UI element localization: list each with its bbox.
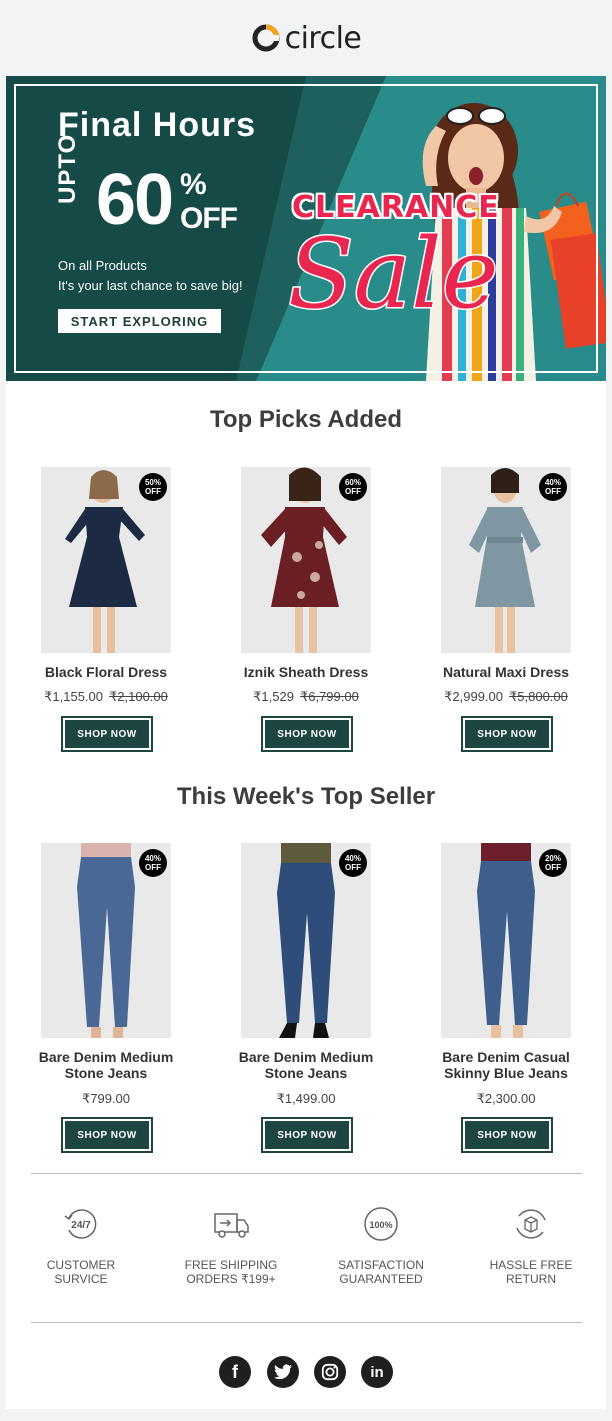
brand-logo[interactable]: circle [251, 21, 362, 56]
product-name[interactable]: Black Floral Dress [16, 664, 196, 680]
product-image[interactable]: 60% OFF [241, 467, 371, 653]
product-image[interactable]: 40% OFF [41, 843, 171, 1038]
product-price: ₹2,300.00 [476, 1091, 536, 1106]
discount-badge: 60% OFF [339, 473, 367, 501]
sale-text: Sale [287, 218, 501, 330]
satisfaction-icon: 100% [364, 1207, 398, 1241]
twitter-icon[interactable] [267, 1356, 299, 1388]
old-price: ₹2,100.00 [109, 689, 168, 704]
product-card: 20% OFF Bare Denim Casual Skinny Blue Jean… [416, 843, 596, 1163]
email-page: circle Final Hours UPTO 60 % OFF On all … [0, 0, 612, 1421]
shop-now-button[interactable]: SHOP NOW [61, 1117, 153, 1153]
product-card: 60% OFF Iznik Sheath Dress ₹1,529 ₹6,799.0… [216, 467, 396, 757]
discount-badge: 50% OFF [139, 473, 167, 501]
hero-off: OFF [180, 202, 238, 235]
hero-banner[interactable]: Final Hours UPTO 60 % OFF On all Product… [6, 76, 606, 381]
hero-title: Final Hours [58, 106, 257, 144]
product-image[interactable]: 40% OFF [241, 843, 371, 1038]
brand-name: circle [284, 20, 362, 56]
feature-label: FREE SHIPPING ORDERS ₹199+ [184, 1258, 278, 1286]
product-name[interactable]: Iznik Sheath Dress [216, 664, 396, 680]
divider [31, 1173, 582, 1174]
truck-icon [214, 1213, 249, 1238]
instagram-icon[interactable] [314, 1356, 346, 1388]
old-price: ₹5,800.00 [509, 689, 568, 704]
product-price: ₹2,999.00 ₹5,800.00 [444, 689, 568, 704]
hero-percent: % [180, 168, 207, 201]
product-name[interactable]: Natural Maxi Dress [416, 664, 596, 680]
shop-now-button[interactable]: SHOP NOW [461, 716, 553, 752]
hero-subtext: On all Products It's your last chance to… [58, 256, 243, 296]
product-name[interactable]: Bare Denim Casual Skinny Blue Jeans [416, 1049, 596, 1081]
email-header: circle [0, 0, 612, 76]
product-card: 40% OFF Bare Denim Medium Stone Jeans ₹1,4… [216, 843, 396, 1163]
shop-now-button[interactable]: SHOP NOW [261, 1117, 353, 1153]
start-exploring-button[interactable]: START EXPLORING [58, 309, 221, 333]
product-price: ₹1,155.00 ₹2,100.00 [44, 689, 168, 704]
product-price: ₹799.00 [81, 1091, 131, 1106]
product-price: ₹1,529 ₹6,799.00 [253, 689, 359, 704]
return-box-icon [516, 1209, 546, 1239]
feature-label: CUSTOMER SURVICE [46, 1258, 116, 1286]
24-7-icon: 24/7 [64, 1209, 97, 1239]
product-card: 40% OFF Bare Denim Medium Stone Jeans ₹799… [16, 843, 196, 1163]
old-price: ₹6,799.00 [299, 689, 359, 704]
hero-subtext-line1: On all Products [58, 258, 147, 273]
facebook-icon[interactable]: f [219, 1356, 251, 1388]
product-price: ₹1,499.00 [276, 1091, 336, 1106]
shop-now-button[interactable]: SHOP NOW [61, 716, 153, 752]
product-image[interactable]: 40% OFF [441, 467, 571, 653]
hero-subtext-line2: It's your last chance to save big! [58, 278, 243, 293]
linkedin-icon[interactable]: in [361, 1356, 393, 1388]
shop-now-button[interactable]: SHOP NOW [461, 1117, 553, 1153]
shop-now-button[interactable]: SHOP NOW [261, 716, 353, 752]
product-image[interactable]: 20% OFF [441, 843, 571, 1038]
product-name[interactable]: Bare Denim Medium Stone Jeans [16, 1049, 196, 1081]
product-name[interactable]: Bare Denim Medium Stone Jeans [216, 1049, 396, 1081]
product-card: 50% OFF Black Floral Dress ₹1,155.00 ₹2,10… [16, 467, 196, 757]
hero-upto: UPTO [54, 133, 81, 204]
divider [31, 1322, 582, 1323]
top-seller-title: This Week's Top Seller [176, 783, 436, 810]
discount-badge: 40% OFF [339, 849, 367, 877]
feature-label: HASSLE FREE RETURN [489, 1258, 573, 1286]
circle-logo-icon [252, 24, 280, 52]
hero-discount: 60 [96, 160, 174, 240]
product-card: 40% OFF Natural Maxi Dress ₹2,999.00 ₹5,80… [416, 467, 596, 757]
product-image[interactable]: 50% OFF [41, 467, 171, 653]
email-body: Final Hours UPTO 60 % OFF On all Product… [6, 76, 606, 1409]
discount-badge: 40% OFF [539, 473, 567, 501]
top-picks-title: Top Picks Added [209, 406, 403, 433]
discount-badge: 20% OFF [539, 849, 567, 877]
svg-text:100%: 100% [369, 1220, 392, 1230]
discount-badge: 40% OFF [139, 849, 167, 877]
feature-label: SATISFACTION GUARANTEED [338, 1258, 424, 1286]
svg-text:24/7: 24/7 [71, 1220, 91, 1231]
